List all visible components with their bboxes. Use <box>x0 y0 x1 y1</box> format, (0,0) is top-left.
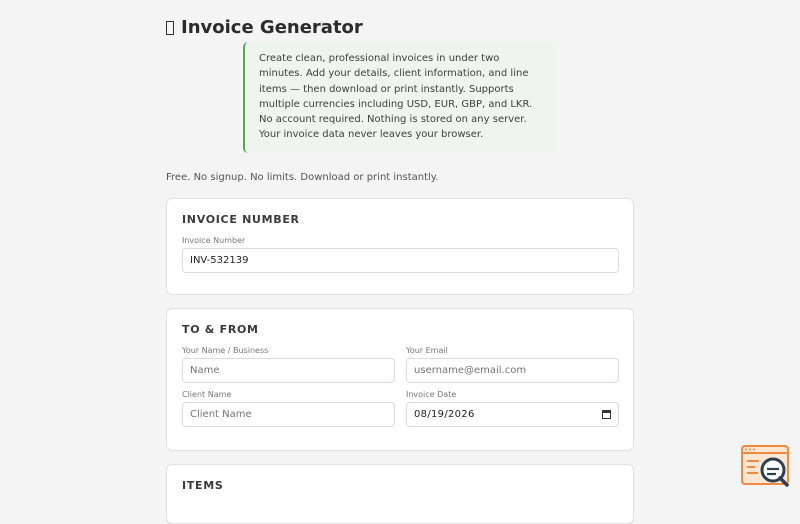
intro-callout: Create clean, professional invoices in u… <box>243 42 555 153</box>
invoice-glyph-icon <box>166 20 174 35</box>
invoice-number-card: INVOICE NUMBER Invoice Number INV-532139 <box>166 198 634 295</box>
tagline: Free. No signup. No limits. Download or … <box>166 172 439 183</box>
search-inspect-icon[interactable] <box>741 445 791 488</box>
invoice-date-input[interactable]: 08/19/2026 <box>406 402 619 427</box>
to-from-heading: TO & FROM <box>182 323 259 336</box>
client-name-input[interactable]: Client Name <box>182 402 395 427</box>
items-heading: ITEMS <box>182 479 224 492</box>
your-email-input[interactable]: username@email.com <box>406 358 619 383</box>
calendar-icon[interactable] <box>602 410 611 419</box>
your-email-label: Your Email <box>406 346 448 355</box>
invoice-date-label: Invoice Date <box>406 390 457 399</box>
page-title: Invoice Generator <box>166 17 363 38</box>
invoice-number-heading: INVOICE NUMBER <box>182 213 300 226</box>
your-name-input[interactable]: Name <box>182 358 395 383</box>
invoice-number-input[interactable]: INV-532139 <box>182 248 619 273</box>
items-card: ITEMS <box>166 464 634 524</box>
your-name-label: Your Name / Business <box>182 346 269 355</box>
invoice-date-value: 08/19/2026 <box>414 409 475 420</box>
invoice-number-label: Invoice Number <box>182 236 246 245</box>
page-title-text: Invoice Generator <box>181 17 363 38</box>
to-from-card: TO & FROM Your Name / Business Name Your… <box>166 308 634 451</box>
client-name-label: Client Name <box>182 390 232 399</box>
